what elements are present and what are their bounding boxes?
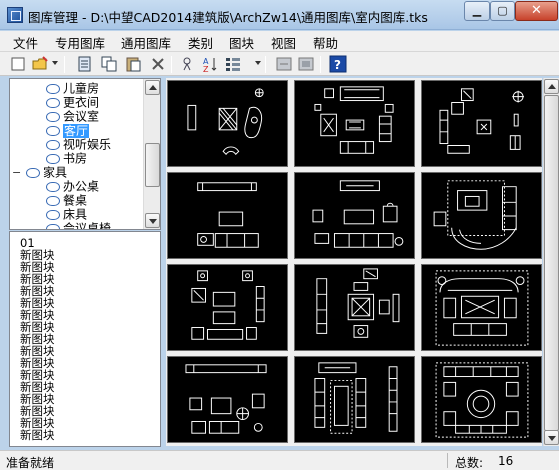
paste-icon[interactable] [124,55,142,73]
tree-item-furniture[interactable]: − 家具 [12,165,67,180]
menu-file[interactable]: 文件 [13,33,38,52]
app-icon [7,7,23,23]
svg-text:?: ? [334,58,341,72]
tree-item-dining-table[interactable]: 餐桌 [46,193,87,208]
folder-icon [26,167,40,178]
menu-general-library[interactable]: 通用图库 [121,33,171,52]
menu-block[interactable]: 图块 [229,33,254,52]
folder-icon [46,153,60,164]
library-manager-window: 图库管理 - D:\中望CAD2014建筑版\ArchZw14\通用图库\室内图… [0,0,559,470]
menu-category[interactable]: 类别 [188,33,213,52]
preview-scroll-thumb[interactable] [544,95,559,431]
total-count-label: 总数: [455,456,484,470]
folder-icon [46,223,60,229]
scroll-up-icon[interactable] [544,79,559,94]
window-title: 图库管理 - D:\中望CAD2014建筑版\ArchZw14\通用图库\室内图… [28,10,428,25]
block-preview-cell[interactable] [294,80,415,167]
folder-icon [46,209,60,220]
folder-icon [46,97,60,108]
block-preview-cell[interactable] [167,264,288,351]
import-icon[interactable] [76,55,94,73]
insert-icon[interactable] [275,55,293,73]
close-button[interactable]: ✕ [515,1,558,21]
folder-icon [46,181,60,192]
collapse-icon[interactable]: − [12,166,21,180]
open-dropdown-icon[interactable] [52,61,58,65]
folder-icon [46,83,60,94]
tree-scrollbar[interactable] [143,79,160,229]
view-dropdown-icon[interactable] [255,61,261,65]
folder-icon [46,139,60,150]
menu-special-library[interactable]: 专用图库 [55,33,105,52]
preview-scrollbar[interactable] [543,78,559,446]
scroll-up-icon[interactable] [145,80,160,95]
block-preview-cell[interactable] [294,264,415,351]
tree-item-dressing-room[interactable]: 更衣间 [46,95,99,110]
new-icon[interactable] [9,55,27,73]
block-preview-cell[interactable] [421,172,542,259]
toolbar: AZ ? [0,51,559,76]
tree-item-meeting-room[interactable]: 会议室 [46,109,99,124]
tree-item-av-entertainment[interactable]: 视听娱乐 [46,137,111,152]
block-preview-cell[interactable] [167,356,288,443]
tree-scroll-thumb[interactable] [145,143,160,187]
open-icon[interactable] [31,55,49,73]
folder-icon [46,195,60,206]
title-bar[interactable]: 图库管理 - D:\中望CAD2014建筑版\ArchZw14\通用图库\室内图… [0,0,559,30]
tree-item-beds[interactable]: 床具 [46,207,87,222]
copy-icon[interactable] [100,55,118,73]
tree-item-conference-tables[interactable]: 会议桌椅 [46,221,111,229]
block-preview-cell[interactable] [167,80,288,167]
block-preview-cell[interactable] [421,264,542,351]
folder-icon [46,125,60,136]
category-tree[interactable]: 儿童房 更衣间 会议室 客厅 视听娱乐 书房 − 家具 办公桌 餐桌 床具 会议桌… [9,78,161,230]
tree-item-office-desk[interactable]: 办公桌 [46,179,99,194]
minimize-button[interactable]: ▁ [464,1,490,21]
tree-item-living-room[interactable]: 客厅 [46,123,90,138]
svg-text:Z: Z [203,65,209,73]
view-icon[interactable] [224,55,242,73]
sort-icon[interactable] [179,55,197,73]
block-preview-cell[interactable] [421,356,542,443]
maximize-button[interactable]: ▢ [490,1,515,21]
status-text: 准备就绪 [6,456,55,470]
block-preview-cell[interactable] [294,356,415,443]
tree-item-study[interactable]: 书房 [46,151,87,166]
block-preview-cell[interactable] [294,172,415,259]
total-count-value: 16 [498,454,514,468]
menu-help[interactable]: 帮助 [313,33,338,52]
delete-icon[interactable] [149,55,167,73]
tree-item-children-room[interactable]: 儿童房 [46,81,99,96]
help-icon[interactable]: ? [329,55,347,73]
replace-icon[interactable] [297,55,315,73]
list-item[interactable]: 新图块 [20,429,55,441]
block-list[interactable]: 01 新图块 新图块 新图块 新图块 新图块 新图块 新图块 新图块 新图块 新… [9,231,161,447]
block-preview-grid [166,78,542,446]
folder-icon [46,111,60,122]
sort-az-icon[interactable]: AZ [201,55,219,74]
scroll-down-icon[interactable] [145,213,160,228]
status-bar: 准备就绪 总数: 16 [0,450,559,470]
menu-view[interactable]: 视图 [271,33,296,52]
block-preview-cell[interactable] [167,172,288,259]
menu-bar: 文件 专用图库 通用图库 类别 图块 视图 帮助 [0,31,559,51]
scroll-down-icon[interactable] [544,430,559,445]
block-preview-cell[interactable] [421,80,542,167]
